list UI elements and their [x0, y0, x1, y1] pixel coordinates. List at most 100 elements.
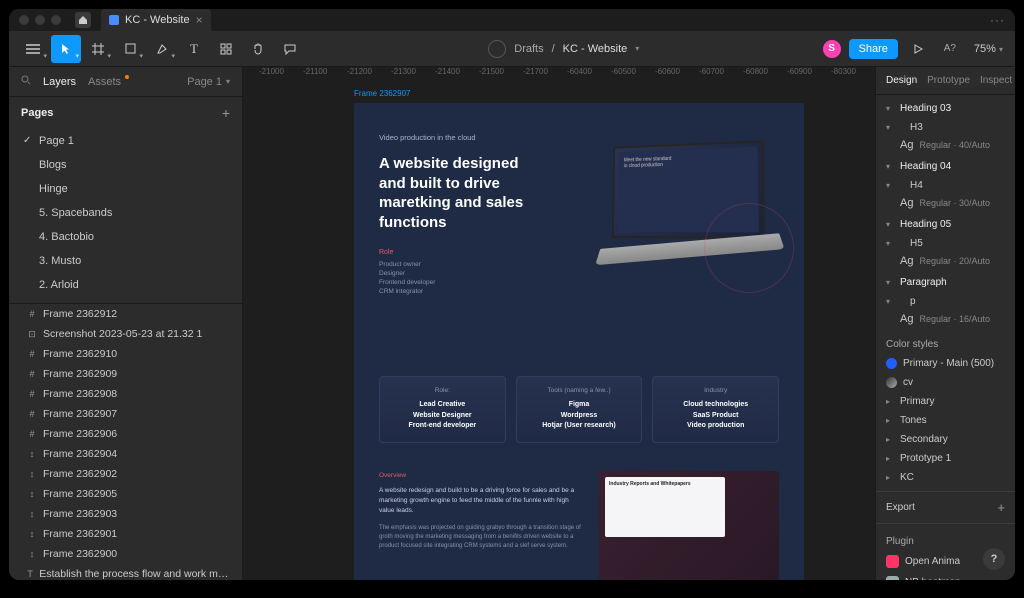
page-item[interactable]: Hinge	[9, 177, 242, 201]
layer-item[interactable]: ↕Frame 2362905	[9, 484, 242, 504]
breadcrumb-sep: /	[552, 43, 555, 55]
text-style-sub[interactable]: ▾H3	[876, 118, 1015, 137]
layer-item[interactable]: ↕Frame 2362900	[9, 544, 242, 564]
page-item[interactable]: 5. Spacebands	[9, 201, 242, 225]
text-style-sub[interactable]: ▾H4	[876, 176, 1015, 195]
layer-name: Frame 2362907	[43, 407, 117, 421]
minimize-window-icon[interactable]	[35, 15, 45, 25]
left-panel: Layers Assets Page 1 ▾ Pages + Page 1Blo…	[9, 67, 243, 580]
zoom-level[interactable]: 75% ▾	[970, 43, 1007, 55]
page-item[interactable]: 4. Bactobio	[9, 225, 242, 249]
page-item[interactable]: Blogs	[9, 153, 242, 177]
page-item[interactable]: 3. Musto	[9, 249, 242, 273]
text-style-heading[interactable]: ▾Heading 03	[876, 99, 1015, 118]
user-avatar[interactable]: S	[823, 40, 841, 58]
resources-tool[interactable]	[211, 35, 241, 63]
overflow-menu-icon[interactable]: ···	[990, 13, 1005, 27]
layer-type-icon: #	[27, 369, 37, 379]
layer-type-icon: ↕	[27, 489, 37, 499]
color-styles-header: Color styles	[876, 331, 1015, 354]
shape-tool[interactable]: ▾	[115, 35, 145, 63]
layer-item[interactable]: #Frame 2362908	[9, 384, 242, 404]
text-style-preview[interactable]: AgRegular · 40/Auto	[876, 137, 1015, 157]
close-tab-icon[interactable]: ×	[196, 13, 203, 27]
canvas[interactable]: -21000-21100-21200-21300-21400-21500-217…	[243, 67, 875, 580]
page-item[interactable]: Page 1	[9, 129, 242, 153]
page-item[interactable]: 2. Arloid	[9, 273, 242, 297]
color-group-item[interactable]: ▸Prototype 1	[876, 449, 1015, 468]
layer-item[interactable]: TEstablish the process flow and work met…	[9, 564, 242, 580]
layer-name: Frame 2362909	[43, 367, 117, 381]
play-icon	[913, 44, 923, 54]
maximize-window-icon[interactable]	[51, 15, 61, 25]
color-group-item[interactable]: ▸KC	[876, 468, 1015, 487]
frame-tool[interactable]: ▾	[83, 35, 113, 63]
layer-name: Establish the process flow and work meth…	[39, 567, 232, 580]
prototype-tab[interactable]: Prototype	[927, 75, 970, 86]
add-page-button[interactable]: +	[222, 105, 230, 121]
color-group-item[interactable]: ▸Tones	[876, 411, 1015, 430]
design-frame[interactable]: Video production in the cloud A website …	[354, 103, 804, 580]
page-indicator[interactable]: Page 1 ▾	[187, 76, 230, 88]
color-style-item[interactable]: Primary - Main (500)	[876, 354, 1015, 373]
design-tab[interactable]: Design	[886, 75, 917, 86]
layer-type-icon: #	[27, 309, 37, 319]
layer-item[interactable]: ⊡Screenshot 2023-05-23 at 21.32 1	[9, 324, 242, 344]
color-group-item[interactable]: ▸Secondary	[876, 430, 1015, 449]
home-tab[interactable]	[75, 12, 91, 28]
export-section[interactable]: Export+	[876, 496, 1015, 519]
search-icon[interactable]	[21, 75, 31, 88]
text-style-heading[interactable]: ▾Heading 04	[876, 157, 1015, 176]
inspect-tab[interactable]: Inspect	[980, 75, 1012, 86]
pages-header: Pages	[21, 107, 53, 119]
text-style-sub[interactable]: ▾H5	[876, 234, 1015, 253]
comment-tool[interactable]	[275, 35, 305, 63]
layer-item[interactable]: #Frame 2362912	[9, 304, 242, 324]
help-button[interactable]: ?	[983, 548, 1005, 570]
text-style-preview[interactable]: AgRegular · 20/Auto	[876, 253, 1015, 273]
layer-item[interactable]: #Frame 2362906	[9, 424, 242, 444]
document-breadcrumb[interactable]: Drafts / KC - Website ▾	[305, 40, 823, 58]
home-icon	[78, 15, 88, 25]
close-window-icon[interactable]	[19, 15, 29, 25]
move-tool[interactable]: ▾	[51, 35, 81, 63]
info-card: Tools (naming a few..)FigmaWordpressHotj…	[516, 376, 643, 443]
layer-type-icon: ⊡	[27, 329, 37, 339]
info-card: Role:Lead CreativeWebsite DesignerFront-…	[379, 376, 506, 443]
chevron-down-icon: ▾	[635, 44, 639, 53]
layer-item[interactable]: ↕Frame 2362902	[9, 464, 242, 484]
add-export-button[interactable]: +	[997, 500, 1005, 515]
layers-tab[interactable]: Layers	[43, 76, 76, 88]
layer-item[interactable]: ↕Frame 2362901	[9, 524, 242, 544]
breadcrumb-docname: KC - Website	[563, 43, 628, 55]
layer-item[interactable]: # Frame 2362909	[9, 364, 242, 384]
layer-item[interactable]: ↕Frame 2362904	[9, 444, 242, 464]
text-style-heading[interactable]: ▾Heading 05	[876, 215, 1015, 234]
layer-type-icon: #	[27, 389, 37, 399]
pen-tool[interactable]: ▾	[147, 35, 177, 63]
color-group-item[interactable]: ▸Primary	[876, 392, 1015, 411]
present-button[interactable]	[906, 37, 930, 61]
frame-label[interactable]: Frame 2362907	[354, 89, 410, 98]
missing-fonts-button[interactable]: A?	[938, 37, 962, 61]
color-style-item[interactable]: cv	[876, 373, 1015, 392]
main-menu-button[interactable]: ▾	[17, 35, 49, 63]
share-button[interactable]: Share	[849, 39, 898, 59]
text-tool[interactable]: T	[179, 35, 209, 63]
text-style-preview[interactable]: AgRegular · 16/Auto	[876, 311, 1015, 331]
layer-name: Frame 2362910	[43, 347, 117, 361]
hand-tool[interactable]	[243, 35, 273, 63]
layer-item[interactable]: #Frame 2362907	[9, 404, 242, 424]
color-swatch-icon	[886, 377, 897, 388]
window-controls	[19, 15, 61, 25]
layer-type-icon: ↕	[27, 529, 37, 539]
layer-item[interactable]: #Frame 2362910	[9, 344, 242, 364]
text-style-preview[interactable]: AgRegular · 30/Auto	[876, 195, 1015, 215]
layer-item[interactable]: ↕Frame 2362903	[9, 504, 242, 524]
assets-tab[interactable]: Assets	[88, 76, 121, 88]
plugin-item[interactable]: NB heatmap	[876, 572, 1015, 580]
text-style-heading[interactable]: ▾Paragraph	[876, 273, 1015, 292]
document-tab[interactable]: KC - Website ×	[101, 9, 211, 31]
text-style-sub[interactable]: ▾p	[876, 292, 1015, 311]
chevron-down-icon: ▾	[999, 45, 1003, 54]
